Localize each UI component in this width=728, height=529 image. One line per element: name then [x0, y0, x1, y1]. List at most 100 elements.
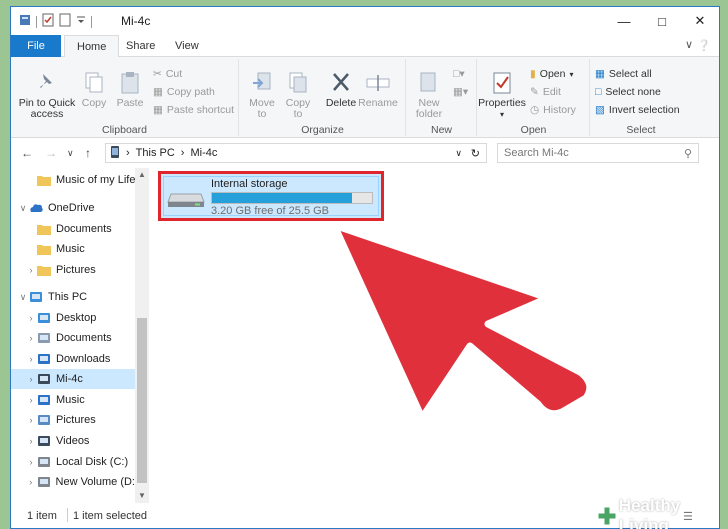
new-folder-button[interactable]: New folder: [411, 71, 447, 120]
disk-icon: [37, 456, 51, 468]
drive-icon: [19, 13, 31, 30]
plus-logo-icon: [597, 506, 616, 526]
nav-item[interactable]: › New Volume (D:: [11, 472, 135, 492]
clipboard-group-label: Clipboard: [102, 124, 147, 136]
new-folder-icon: [420, 72, 436, 92]
scroll-up-icon[interactable]: ▲: [135, 170, 149, 179]
paste-button[interactable]: Paste: [113, 71, 147, 109]
up-icon[interactable]: ↑: [85, 146, 91, 160]
pin-quick-access-button[interactable]: Pin to Quick access: [17, 71, 77, 120]
copy-button[interactable]: Copy: [77, 71, 111, 109]
nav-item[interactable]: › Videos: [11, 431, 135, 451]
tab-file[interactable]: File: [11, 35, 61, 57]
edit-button[interactable]: ✎ Edit: [530, 86, 561, 98]
help-icon[interactable]: ❔: [697, 39, 711, 52]
select-group: ▦ Select all □ Select none ▧ Invert sele…: [591, 59, 691, 136]
nav-item-label: Videos: [56, 435, 90, 447]
back-icon[interactable]: ←: [21, 146, 33, 160]
collapse-chevron-icon[interactable]: ›: [25, 333, 37, 343]
brand-watermark: Healthy Living: [597, 496, 728, 529]
delete-button[interactable]: Delete: [324, 71, 358, 109]
recent-chevron-icon[interactable]: ∨: [67, 148, 74, 159]
collapse-chevron-icon[interactable]: ›: [25, 354, 37, 364]
nav-item[interactable]: › Pictures: [11, 410, 135, 430]
tab-view[interactable]: View: [163, 35, 211, 57]
history-label: History: [543, 104, 576, 116]
clipboard-group: Pin to Quick access Copy Paste ✂ Cut ▦ C…: [11, 59, 239, 136]
chevron-down-icon[interactable]: ∨: [685, 38, 693, 51]
edit-icon: ✎: [530, 86, 539, 98]
expand-chevron-icon[interactable]: ∨: [17, 292, 29, 303]
rename-button[interactable]: Rename: [358, 71, 398, 109]
forward-icon[interactable]: →: [45, 146, 57, 160]
nav-item[interactable]: Documents: [11, 219, 135, 239]
properties-button[interactable]: Properties ▾: [478, 71, 526, 120]
copy-path-label: Copy path: [166, 86, 215, 98]
tab-share[interactable]: Share: [114, 35, 167, 57]
collapse-chevron-icon[interactable]: ›: [25, 477, 37, 487]
breadcrumb-mi-4c[interactable]: Mi-4c: [190, 147, 217, 159]
collapse-chevron-icon[interactable]: ›: [25, 265, 37, 275]
breadcrumb-this-pc[interactable]: This PC: [136, 147, 175, 159]
nav-item[interactable]: ∨ This PC: [11, 287, 135, 307]
history-button[interactable]: ◷ History: [530, 104, 576, 116]
pictures-icon: [37, 414, 51, 426]
select-none-icon: □: [595, 86, 602, 98]
collapse-chevron-icon[interactable]: ›: [25, 415, 37, 425]
properties-qat-icon[interactable]: [42, 13, 54, 30]
internal-storage-tile[interactable]: Internal storage 3.20 GB free of 25.5 GB: [158, 171, 384, 221]
nav-item[interactable]: › Documents: [11, 328, 135, 348]
nav-item[interactable]: › Music: [11, 390, 135, 410]
collapse-chevron-icon[interactable]: ›: [25, 374, 37, 384]
nav-item[interactable]: ∨ OneDrive: [11, 198, 135, 218]
select-none-button[interactable]: □ Select none: [595, 86, 661, 98]
nav-item[interactable]: › Desktop: [11, 308, 135, 328]
maximize-icon[interactable]: □: [643, 7, 681, 35]
expand-chevron-icon[interactable]: ∨: [17, 203, 29, 214]
scroll-down-icon[interactable]: ▼: [135, 491, 149, 500]
scroll-thumb[interactable]: [137, 318, 147, 483]
tab-home[interactable]: Home: [64, 35, 120, 58]
nav-item[interactable]: Music of my Life: [11, 170, 135, 190]
computer-icon: [29, 291, 43, 303]
collapse-chevron-icon[interactable]: ›: [25, 436, 37, 446]
copy-path-button[interactable]: ▦ Copy path: [153, 86, 215, 98]
nav-item-label: Documents: [56, 223, 112, 235]
nav-item[interactable]: › Downloads: [11, 349, 135, 369]
collapse-chevron-icon[interactable]: ›: [25, 457, 37, 467]
new-folder-qat-icon[interactable]: [59, 13, 71, 30]
new-item-button[interactable]: □▾: [453, 68, 465, 80]
minimize-icon[interactable]: —: [605, 7, 643, 35]
copy-to-button[interactable]: Copy to: [280, 71, 316, 120]
move-to-button[interactable]: Move to: [244, 71, 280, 120]
window-title: Mi-4c: [121, 14, 151, 28]
search-input[interactable]: Search Mi-4c ⚲: [497, 143, 699, 163]
close-icon[interactable]: ✕: [681, 7, 719, 35]
cut-button[interactable]: ✂ Cut: [153, 68, 182, 80]
address-dropdown-icon[interactable]: ∨: [455, 148, 462, 159]
customize-qat-icon[interactable]: [76, 13, 86, 30]
open-button[interactable]: ▮ Open ▾: [530, 68, 573, 80]
collapse-chevron-icon[interactable]: ›: [25, 395, 37, 405]
easy-access-button[interactable]: ▦▾: [453, 86, 468, 98]
nav-item-label: Music of my Life: [56, 174, 136, 186]
select-all-button[interactable]: ▦ Select all: [595, 68, 652, 80]
search-icon: ⚲: [683, 147, 692, 160]
nav-item[interactable]: Music: [11, 239, 135, 259]
invert-selection-button[interactable]: ▧ Invert selection: [595, 104, 680, 116]
paste-shortcut-label: Paste shortcut: [166, 104, 235, 116]
paste-shortcut-icon: ▦: [153, 104, 163, 116]
nav-scrollbar[interactable]: ▲ ▼: [135, 168, 149, 503]
title-bar: Mi-4c — □ ✕: [11, 7, 719, 35]
folder-icon: [37, 264, 51, 276]
nav-item[interactable]: › Mi-4c: [11, 369, 135, 389]
select-all-icon: ▦: [595, 68, 605, 80]
refresh-icon[interactable]: ↻: [471, 147, 480, 160]
address-bar[interactable]: › This PC › Mi-4c ∨ ↻: [105, 143, 487, 163]
nav-item[interactable]: › Local Disk (C:): [11, 452, 135, 472]
select-all-label: Select all: [608, 68, 652, 80]
paste-shortcut-button[interactable]: ▦ Paste shortcut: [153, 104, 234, 116]
rename-label: Rename: [358, 97, 398, 109]
collapse-chevron-icon[interactable]: ›: [25, 313, 37, 323]
nav-item[interactable]: › Pictures: [11, 260, 135, 280]
